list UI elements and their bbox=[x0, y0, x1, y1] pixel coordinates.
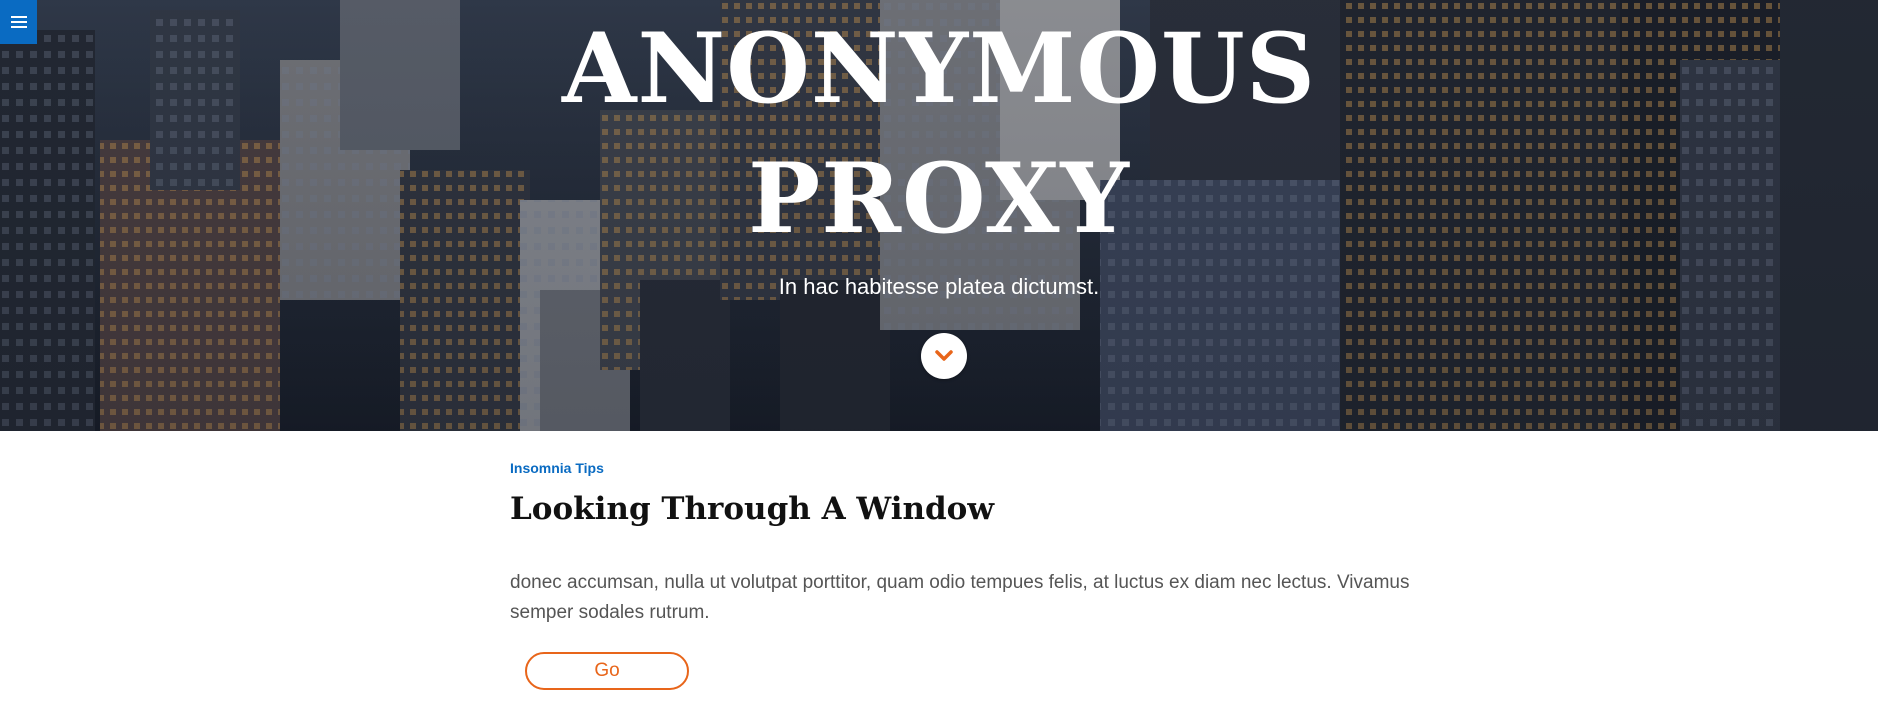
hero-subtitle: In hac habitesse platea dictumst. bbox=[778, 274, 1100, 299]
hero-banner: ANONYMOUS PROXY In hac habitesse platea … bbox=[0, 0, 1878, 431]
hamburger-menu-icon bbox=[10, 16, 27, 28]
hero-title-line-1: ANONYMOUS bbox=[561, 12, 1317, 125]
go-button[interactable]: Go bbox=[525, 652, 689, 690]
chevron-down-icon bbox=[935, 350, 953, 361]
post-excerpt: donec accumsan, nulla ut volutpat portti… bbox=[510, 572, 1410, 623]
post-title[interactable]: Looking Through A Window bbox=[510, 488, 1410, 530]
post-category-link[interactable]: Insomnia Tips bbox=[510, 460, 604, 476]
hero-title: ANONYMOUS PROXY bbox=[0, 4, 1878, 264]
scroll-down-button[interactable] bbox=[921, 333, 967, 379]
hero-title-line-2: PROXY bbox=[748, 142, 1130, 255]
menu-toggle-button[interactable] bbox=[0, 0, 37, 44]
post-card: Insomnia Tips Looking Through A Window d… bbox=[510, 460, 1410, 690]
